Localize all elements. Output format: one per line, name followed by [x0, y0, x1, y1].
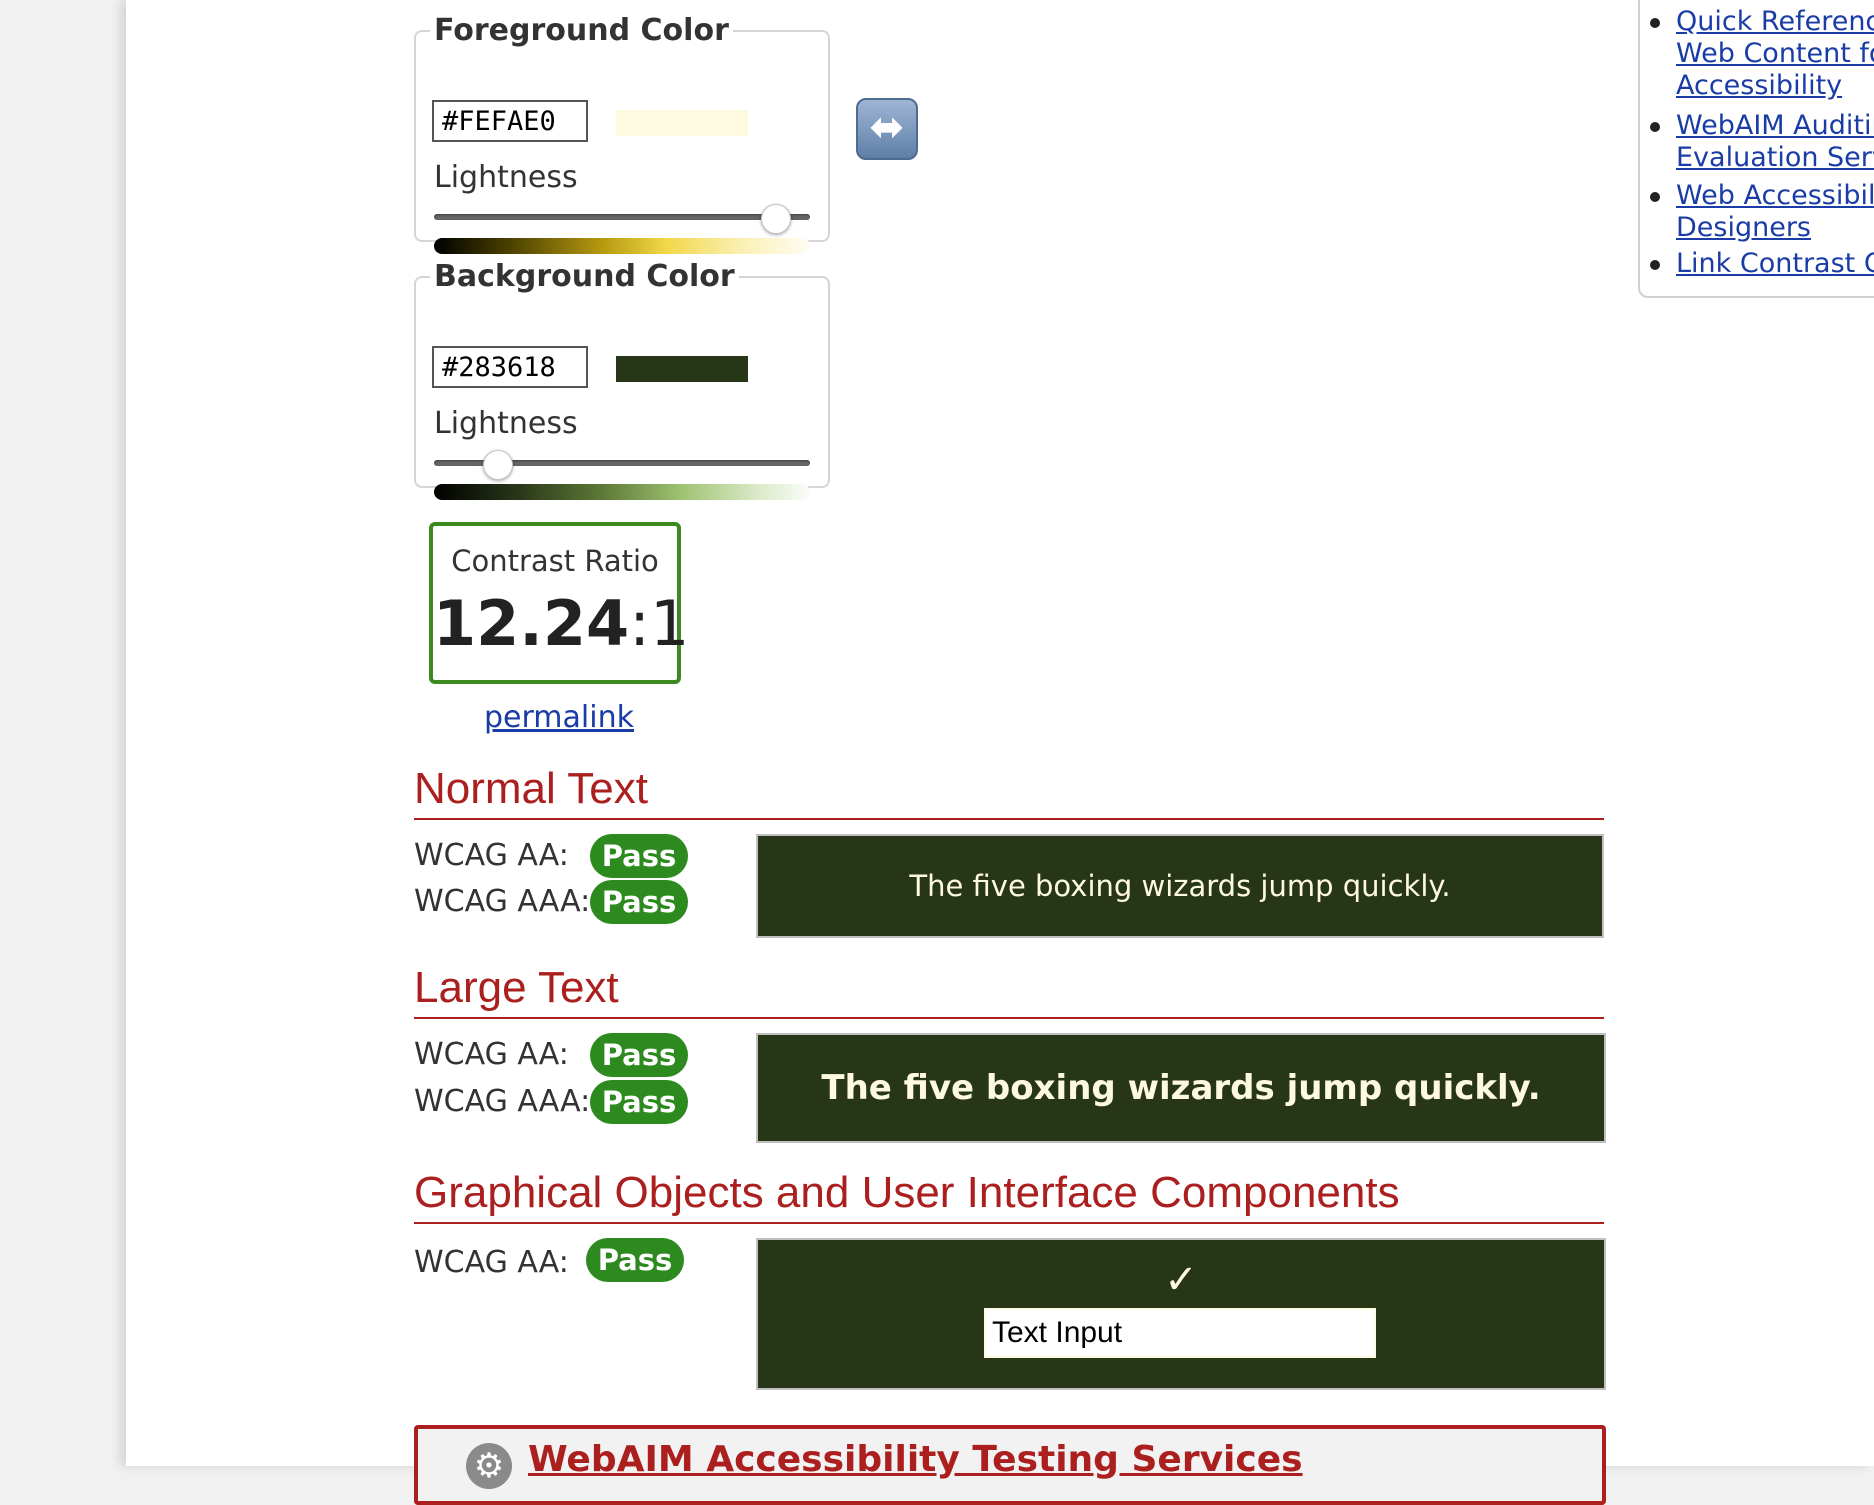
foreground-lightness-label: Lightness: [434, 160, 578, 195]
sidebar-link-web-accessibility-designers[interactable]: Web Accessibility Designers: [1676, 180, 1874, 244]
testing-services-promo: ⚙ WebAIM Accessibility Testing Services: [414, 1425, 1606, 1505]
bullet-icon: [1650, 192, 1660, 202]
bullet-icon: [1650, 18, 1660, 28]
swap-colors-button[interactable]: ⬌: [856, 98, 918, 160]
text-input-sample[interactable]: [984, 1308, 1376, 1358]
large-text-sample: The five boxing wizards jump quickly.: [821, 1068, 1541, 1108]
gear-icon: ⚙: [466, 1443, 512, 1489]
background-lightness-gradient: [434, 484, 810, 500]
testing-services-link[interactable]: WebAIM Accessibility Testing Services: [528, 1439, 1303, 1480]
foreground-lightness-slider[interactable]: [434, 214, 810, 220]
background-lightness-thumb[interactable]: [482, 450, 513, 480]
foreground-swatch: [616, 110, 748, 136]
normal-text-heading: Normal Text: [414, 764, 1604, 820]
sidebar-link-link-contrast-checker[interactable]: Link Contrast Ch: [1676, 248, 1874, 280]
sidebar-link-auditing-services[interactable]: WebAIM Auditing Evaluation Servic: [1676, 110, 1874, 174]
large-aa-pass-badge: Pass: [590, 1033, 688, 1077]
large-text-sample-box: The five boxing wizards jump quickly.: [756, 1033, 1606, 1143]
foreground-lightness-gradient: [434, 238, 810, 254]
bullet-icon: [1650, 260, 1660, 270]
foreground-lightness-thumb[interactable]: [761, 204, 792, 234]
background-swatch: [616, 356, 748, 382]
permalink-link[interactable]: permalink: [484, 700, 634, 735]
bullet-icon: [1650, 122, 1660, 132]
large-text-heading: Large Text: [414, 963, 1604, 1019]
large-aa-label: WCAG AA:: [414, 1037, 569, 1072]
background-color-picker: Background Color Lightness: [414, 259, 830, 500]
normal-aa-pass-badge: Pass: [590, 834, 688, 878]
foreground-hex-input[interactable]: [432, 100, 588, 142]
resources-sidebar: Quick Reference: Web Content for Accessi…: [1638, 0, 1874, 298]
background-legend: Background Color: [434, 259, 735, 294]
contrast-ratio-value: 12.24:1: [433, 587, 689, 660]
normal-aa-label: WCAG AA:: [414, 838, 569, 873]
foreground-color-picker: Foreground Color Lightness: [414, 13, 830, 254]
background-hex-input[interactable]: [432, 346, 588, 388]
normal-text-sample-box: The five boxing wizards jump quickly.: [756, 834, 1604, 938]
normal-text-sample: The five boxing wizards jump quickly.: [909, 869, 1451, 903]
background-lightness-label: Lightness: [434, 406, 578, 441]
contrast-ratio-number: 12.24: [433, 587, 630, 660]
left-right-arrow-icon: ⬌: [869, 102, 905, 151]
graphical-objects-heading: Graphical Objects and User Interface Com…: [414, 1168, 1604, 1224]
foreground-legend: Foreground Color: [434, 13, 729, 48]
contrast-ratio-label: Contrast Ratio: [451, 544, 659, 578]
graphical-sample-box: ✓: [756, 1238, 1606, 1390]
normal-aaa-label: WCAG AAA:: [414, 884, 591, 919]
sidebar-link-quick-reference[interactable]: Quick Reference: Web Content for Accessi…: [1676, 6, 1874, 102]
graphical-aa-label: WCAG AA:: [414, 1245, 569, 1280]
normal-aaa-pass-badge: Pass: [590, 880, 688, 924]
main-content: Foreground Color Lightness ⬌ Background …: [126, 0, 1874, 1505]
graphical-aa-pass-badge: Pass: [586, 1238, 684, 1282]
large-aaa-pass-badge: Pass: [590, 1080, 688, 1124]
checkmark-icon: ✓: [1164, 1257, 1198, 1303]
contrast-ratio-box: Contrast Ratio 12.24:1: [429, 522, 689, 684]
large-aaa-label: WCAG AAA:: [414, 1084, 591, 1119]
contrast-ratio-suffix: :1: [629, 587, 690, 660]
